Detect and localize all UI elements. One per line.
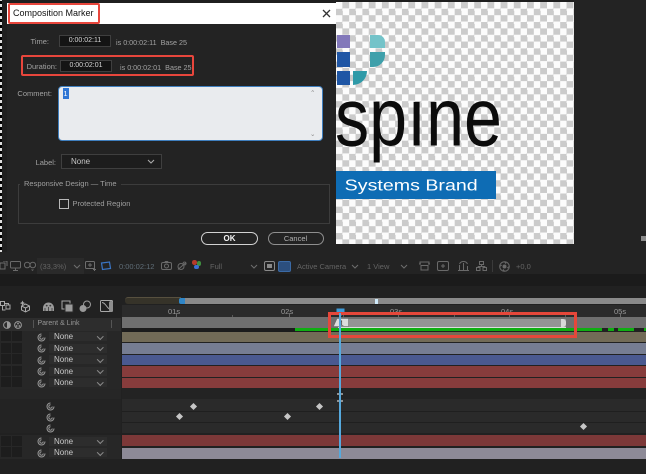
svg-text:spıne: spıne bbox=[335, 85, 502, 164]
svg-text:Systems Brand: Systems Brand bbox=[345, 178, 478, 195]
